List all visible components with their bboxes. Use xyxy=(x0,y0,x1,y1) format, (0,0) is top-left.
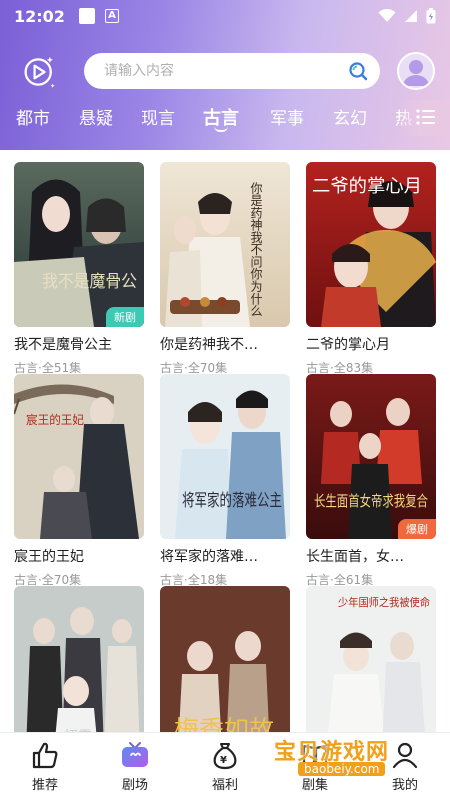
category-menu-icon[interactable] xyxy=(416,108,436,126)
drama-poster[interactable]: 宸王的王妃 xyxy=(14,374,144,539)
search-bar[interactable] xyxy=(84,53,380,89)
hot-badge: 爆剧 xyxy=(398,519,436,539)
poster-title-text: 少年国师之我被使命 xyxy=(338,595,430,609)
drama-card[interactable]: 你是药神我不问你为什么 你是药神我不… 古言·全70集 xyxy=(160,162,290,376)
drama-title[interactable]: 宸王的王妃 xyxy=(14,546,144,566)
new-badge: 新剧 xyxy=(106,307,144,327)
tab-junshi[interactable]: 军事 xyxy=(270,104,304,129)
nav-label: 我的 xyxy=(391,778,418,793)
status-time: 12:02 xyxy=(14,6,65,26)
tab-xianyan[interactable]: 现言 xyxy=(141,104,175,129)
drama-card[interactable]: 二爷的掌心月 二爷的掌心月 古言·全83集 xyxy=(306,162,436,376)
tab-xuanyi[interactable]: 悬疑 xyxy=(79,104,113,129)
drama-title[interactable]: 长生面首，女… xyxy=(306,546,436,566)
drama-card[interactable]: 少年国师之我被使命 xyxy=(306,586,436,740)
drama-poster[interactable]: 二爷的掌心月 xyxy=(306,162,436,327)
notification-a-icon: A xyxy=(104,9,119,23)
money-bag-icon: ¥ xyxy=(213,743,237,770)
nav-mine[interactable]: 我的 xyxy=(360,739,450,793)
search-icon[interactable] xyxy=(348,61,368,81)
poster-title-text: 你是药神我不问你为什么 xyxy=(249,182,263,317)
app-logo-icon[interactable] xyxy=(22,54,58,90)
svg-text:¥: ¥ xyxy=(220,755,227,766)
notification-square-icon xyxy=(78,8,95,24)
drama-title[interactable]: 二爷的掌心月 xyxy=(306,334,436,354)
nav-label: 剧集 xyxy=(301,778,328,793)
thumbs-up-icon xyxy=(32,742,58,769)
nav-series[interactable]: 剧集 xyxy=(270,739,360,793)
drama-poster[interactable]: 我不是魔骨公 新剧 xyxy=(14,162,144,327)
drama-title[interactable]: 你是药神我不… xyxy=(160,334,290,354)
nav-theater[interactable]: 剧场 xyxy=(90,739,180,793)
drama-card[interactable]: 初雪 xyxy=(14,586,144,740)
poster-title-text: 我不是魔骨公 xyxy=(42,272,137,292)
status-bar: 12:02 A xyxy=(0,0,450,32)
nav-recommend[interactable]: 推荐 xyxy=(0,739,90,793)
poster-title-text: 长生面首女帝求我复合 xyxy=(314,492,428,510)
nav-label: 剧场 xyxy=(121,778,148,793)
poster-title-text: 二爷的掌心月 xyxy=(312,176,422,197)
drama-poster[interactable]: 梅香如故 xyxy=(160,586,290,740)
bottom-nav: 推荐 剧场 ¥ 福利 剧集 我的 xyxy=(0,732,450,800)
poster-title-text: 将军家的落难公主 xyxy=(182,491,282,511)
nav-welfare[interactable]: ¥ 福利 xyxy=(180,739,270,793)
drama-card[interactable]: 长生面首女帝求我复合 爆剧 长生面首，女… 古言·全61集 xyxy=(306,374,436,588)
tab-dushi[interactable]: 都市 xyxy=(16,104,50,129)
poster-title-text: 宸王的王妃 xyxy=(26,412,84,427)
user-avatar-icon xyxy=(403,60,429,86)
drama-title[interactable]: 将军家的落难… xyxy=(160,546,290,566)
active-tab-indicator xyxy=(214,126,228,132)
drama-poster[interactable]: 初雪 xyxy=(14,586,144,740)
drama-card[interactable]: 我不是魔骨公 新剧 我不是魔骨公主 古言·全51集 xyxy=(14,162,144,376)
nav-label: 福利 xyxy=(211,778,238,793)
avatar[interactable] xyxy=(397,52,435,90)
category-tabs: 都市 悬疑 现言 古言 军事 玄幻 热 xyxy=(0,100,450,136)
drama-title[interactable]: 我不是魔骨公主 xyxy=(14,334,144,354)
drama-poster[interactable]: 长生面首女帝求我复合 爆剧 xyxy=(306,374,436,539)
book-icon xyxy=(302,744,328,769)
search-input[interactable] xyxy=(104,63,348,79)
app-header xyxy=(0,52,450,92)
signal-icon xyxy=(405,10,417,22)
tv-icon xyxy=(122,742,148,767)
nav-label: 推荐 xyxy=(31,778,58,793)
drama-poster[interactable]: 你是药神我不问你为什么 xyxy=(160,162,290,327)
drama-card[interactable]: 宸王的王妃 宸王的王妃 古言·全70集 xyxy=(14,374,144,588)
drama-poster[interactable]: 将军家的落难公主 xyxy=(160,374,290,539)
drama-card[interactable]: 梅香如故 xyxy=(160,586,290,740)
drama-grid: 我不是魔骨公 新剧 我不是魔骨公主 古言·全51集 你是药神我不问你为什么 你是… xyxy=(0,162,450,740)
tab-xuanhuan[interactable]: 玄幻 xyxy=(333,104,367,129)
battery-icon xyxy=(426,8,436,24)
wifi-icon xyxy=(378,9,396,22)
drama-card[interactable]: 将军家的落难公主 将军家的落难… 古言·全18集 xyxy=(160,374,290,588)
user-icon xyxy=(392,742,418,769)
drama-poster[interactable]: 少年国师之我被使命 xyxy=(306,586,436,740)
